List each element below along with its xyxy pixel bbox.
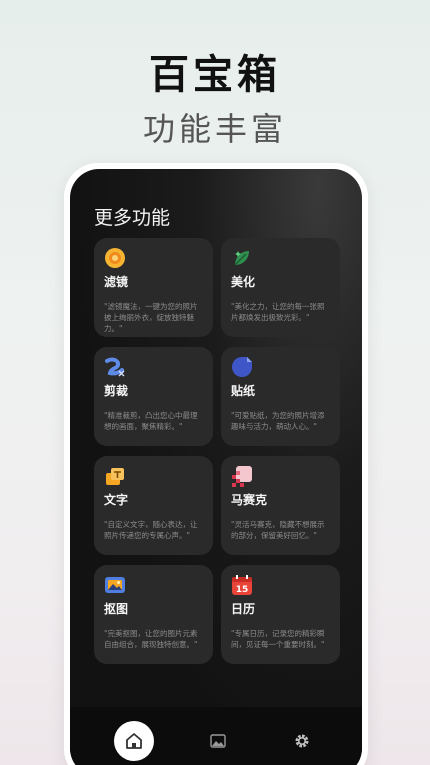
promo-subtitle: 功能丰富 — [142, 110, 287, 148]
bottom-tab-bar — [70, 707, 362, 765]
feature-card-beautify[interactable]: 美化 "美化之力，让您的每一张照片都焕发出极致光彩。" — [221, 238, 340, 337]
cutout-icon — [104, 574, 126, 596]
card-name: 剪裁 — [104, 384, 129, 398]
card-name: 美化 — [231, 275, 256, 289]
card-name: 马赛克 — [231, 493, 268, 507]
feature-card-cutout[interactable]: 抠图 "完美抠图，让您的图片元素自由组合，展现独特创意。" — [94, 565, 213, 664]
card-name: 抠图 — [104, 602, 129, 616]
tab-gallery[interactable] — [198, 721, 238, 761]
card-desc: "自定义文字，随心表达，让照片传递您的专属心声。" — [104, 520, 198, 540]
tab-settings[interactable] — [282, 721, 322, 761]
card-name: 日历 — [231, 602, 256, 616]
card-desc: "可爱贴纸，为您的照片增添趣味与活力，萌动人心。" — [231, 411, 325, 431]
card-name: 贴纸 — [231, 384, 256, 398]
home-icon — [125, 732, 143, 750]
orange-circle-icon — [104, 247, 126, 269]
feature-card-crop[interactable]: 剪裁 "精准裁剪，凸出您心中最理想的画面，聚焦精彩。" — [94, 347, 213, 446]
calendar-day: 15 — [236, 585, 249, 595]
feature-card-filter[interactable]: 滤镜 "滤镜魔法，一键为您的照片披上绚丽外衣，绽放独特魅力。" — [94, 238, 213, 337]
card-name: 滤镜 — [104, 275, 129, 289]
tab-home[interactable] — [114, 721, 154, 761]
calendar-icon: 15 — [231, 574, 253, 596]
text-icon — [104, 465, 126, 487]
card-desc: "灵活马赛克，隐藏不想展示的部分，保留美好回忆。" — [231, 520, 325, 540]
leaf-sparkle-icon — [231, 247, 253, 269]
scissors-icon — [104, 356, 126, 378]
feature-card-text[interactable]: 文字 "自定义文字，随心表达，让照片传递您的专属心声。" — [94, 456, 213, 555]
sticker-icon — [231, 356, 253, 378]
feature-card-calendar[interactable]: 15 日历 "专属日历，记录您的精彩瞬间，见证每一个重要时刻。" — [221, 565, 340, 664]
promo-title: 百宝箱 — [149, 52, 281, 98]
mosaic-icon — [231, 465, 253, 487]
card-desc: "美化之力，让您的每一张照片都焕发出极致光彩。" — [231, 302, 325, 322]
app-screen: 更多功能 滤镜 "滤镜魔法，一键为您的照片披上绚丽外衣，绽放独特魅力。" 美化 … — [70, 169, 362, 765]
card-desc: "专属日历，记录您的精彩瞬间，见证每一个重要时刻。" — [231, 629, 325, 649]
screen-title: 更多功能 — [94, 207, 171, 229]
settings-icon — [294, 733, 310, 749]
phone-frame: 更多功能 滤镜 "滤镜魔法，一键为您的照片披上绚丽外衣，绽放独特魅力。" 美化 … — [64, 163, 368, 765]
feature-card-sticker[interactable]: 贴纸 "可爱贴纸，为您的照片增添趣味与活力，萌动人心。" — [221, 347, 340, 446]
card-name: 文字 — [104, 493, 129, 507]
image-icon — [210, 733, 226, 749]
card-desc: "滤镜魔法，一键为您的照片披上绚丽外衣，绽放独特魅力。" — [104, 302, 198, 333]
feature-card-mosaic[interactable]: 马赛克 "灵活马赛克，隐藏不想展示的部分，保留美好回忆。" — [221, 456, 340, 555]
card-desc: "精准裁剪，凸出您心中最理想的画面，聚焦精彩。" — [104, 411, 198, 431]
card-desc: "完美抠图，让您的图片元素自由组合，展现独特创意。" — [104, 629, 198, 649]
